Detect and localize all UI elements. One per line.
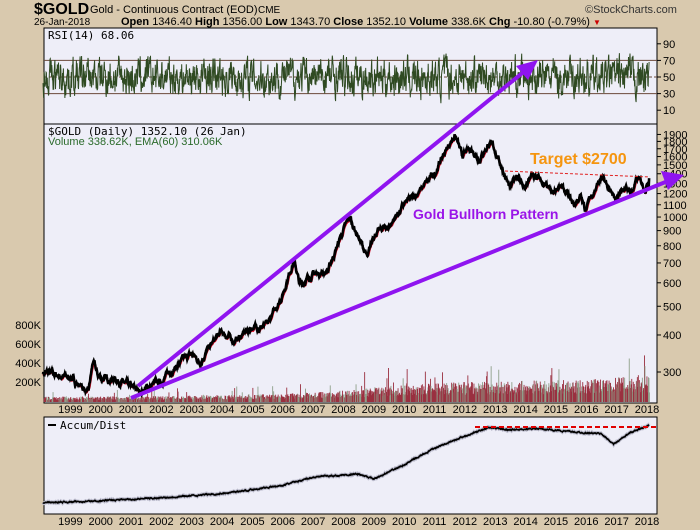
ad-x-tick-label-2003: 2003 <box>180 516 204 528</box>
volume-legend: Volume 338.62K, EMA(60) 310.06K <box>48 136 223 148</box>
y-tick-label-900: 900 <box>663 226 681 238</box>
x-tick-label-2002: 2002 <box>149 404 173 416</box>
ad-x-tick-label-2007: 2007 <box>301 516 325 528</box>
rsi-legend: RSI(14) 68.06 <box>48 29 134 42</box>
ad-x-tick-label-2011: 2011 <box>423 516 447 528</box>
x-tick-label-2011: 2011 <box>423 404 447 416</box>
x-tick-label-2006: 2006 <box>271 404 295 416</box>
x-tick-label-2013: 2013 <box>483 404 507 416</box>
y-tick-label-700: 700 <box>663 258 681 270</box>
rsi-tick-label-10: 10 <box>663 105 675 117</box>
ad-x-tick-label-2000: 2000 <box>88 516 112 528</box>
ad-x-tick-label-2004: 2004 <box>210 516 234 528</box>
ad-x-tick-label-2009: 2009 <box>362 516 386 528</box>
target-annotation: Target $2700 <box>530 151 627 168</box>
x-tick-label-2017: 2017 <box>604 404 628 416</box>
x-tick-label-2012: 2012 <box>453 404 477 416</box>
y-tick-label-1000: 1000 <box>663 212 687 224</box>
ad-x-tick-label-2017: 2017 <box>604 516 628 528</box>
chart-svg: 1999 1999 2000 2000 2001 2001 2002 2002 2003 2003… <box>15 27 687 528</box>
x-tick-label-2001: 2001 <box>119 404 143 416</box>
volume-tick-label-800K: 800K <box>15 320 41 332</box>
x-tick-label-2008: 2008 <box>331 404 355 416</box>
ad-x-tick-label-1999: 1999 <box>58 516 82 528</box>
ad-x-tick-label-2018: 2018 <box>635 516 659 528</box>
rsi-tick-label-50: 50 <box>663 72 675 84</box>
x-tick-label-2007: 2007 <box>301 404 325 416</box>
rsi-tick-label-30: 30 <box>663 89 675 101</box>
y-tick-label-500: 500 <box>663 301 681 313</box>
y-tick-label-400: 400 <box>663 330 681 342</box>
rsi-tick-label-70: 70 <box>663 55 675 67</box>
ad-x-tick-label-2013: 2013 <box>483 516 507 528</box>
y-tick-label-600: 600 <box>663 278 681 290</box>
y-tick-label-800: 800 <box>663 241 681 253</box>
ad-x-tick-label-2006: 2006 <box>271 516 295 528</box>
ad-legend: Accum/Dist <box>60 419 126 432</box>
x-tick-label-2010: 2010 <box>392 404 416 416</box>
volume-bar <box>649 392 650 402</box>
ad-x-tick-label-2001: 2001 <box>119 516 143 528</box>
x-tick-label-1999: 1999 <box>58 404 82 416</box>
ad-x-tick-label-2010: 2010 <box>392 516 416 528</box>
ad-x-tick-label-2008: 2008 <box>331 516 355 528</box>
ad-x-tick-label-2005: 2005 <box>240 516 264 528</box>
x-tick-label-2003: 2003 <box>180 404 204 416</box>
y-tick-label-1200: 1200 <box>663 189 687 201</box>
x-tick-label-2000: 2000 <box>88 404 112 416</box>
x-tick-label-2009: 2009 <box>362 404 386 416</box>
y-tick-label-1900: 1900 <box>663 129 687 141</box>
ad-x-tick-label-2014: 2014 <box>513 516 537 528</box>
y-tick-label-1100: 1100 <box>663 200 687 212</box>
x-tick-label-2005: 2005 <box>240 404 264 416</box>
pattern-annotation: Gold Bullhorn Pattern <box>413 206 558 222</box>
rsi-tick-label-90: 90 <box>663 39 675 51</box>
chart-root: $GOLD Gold - Continuous Contract (EOD) C… <box>0 0 700 530</box>
volume-tick-label-600K: 600K <box>15 339 41 351</box>
volume-tick-label-400K: 400K <box>15 358 41 370</box>
y-tick-label-300: 300 <box>663 367 681 379</box>
x-tick-label-2018: 2018 <box>635 404 659 416</box>
x-tick-label-2014: 2014 <box>513 404 537 416</box>
x-tick-label-2015: 2015 <box>544 404 568 416</box>
ad-x-tick-label-2016: 2016 <box>574 516 598 528</box>
ad-x-tick-label-2012: 2012 <box>453 516 477 528</box>
x-tick-label-2004: 2004 <box>210 404 234 416</box>
ad-x-tick-label-2015: 2015 <box>544 516 568 528</box>
volume-tick-label-200K: 200K <box>15 377 41 389</box>
ad-x-tick-label-2002: 2002 <box>149 516 173 528</box>
x-tick-label-2016: 2016 <box>574 404 598 416</box>
